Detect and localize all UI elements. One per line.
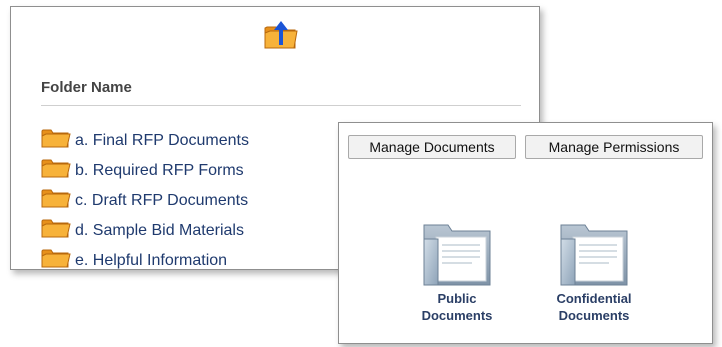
folder-label[interactable]: c. Draft RFP Documents (75, 192, 248, 210)
document-folder-icon (423, 224, 491, 286)
folder-item[interactable]: e. Helpful Information (41, 243, 249, 269)
manage-documents-button[interactable]: Manage Documents (348, 135, 516, 159)
folder-list: a. Final RFP Documents b. Required RFP F… (41, 123, 249, 269)
public-documents-label-line1: Public (437, 291, 477, 306)
folder-icon (41, 187, 71, 209)
manage-permissions-button[interactable]: Manage Permissions (525, 135, 703, 159)
header-divider (41, 105, 521, 106)
public-documents-label-line2: Documents (421, 308, 493, 323)
folder-item[interactable]: d. Sample Bid Materials (41, 213, 249, 243)
folder-label[interactable]: e. Helpful Information (75, 252, 227, 269)
confidential-documents-folder[interactable]: Confidential Documents (546, 219, 642, 323)
folder-item[interactable]: c. Draft RFP Documents (41, 183, 249, 213)
public-documents-folder[interactable]: Public Documents (409, 219, 505, 323)
folder-icon (41, 247, 71, 269)
folder-label[interactable]: d. Sample Bid Materials (75, 222, 244, 240)
column-header-folder-name: Folder Name (41, 79, 132, 96)
folder-label[interactable]: a. Final RFP Documents (75, 132, 249, 150)
document-folder-icon (560, 224, 628, 286)
documents-panel: Manage Documents Manage Permissions Publ… (338, 122, 713, 344)
folder-up-icon[interactable] (263, 19, 299, 51)
folder-icon (41, 217, 71, 239)
folder-item[interactable]: b. Required RFP Forms (41, 153, 249, 183)
confidential-documents-label-line2: Documents (558, 308, 630, 323)
folder-icon (41, 127, 71, 149)
folder-icon (41, 157, 71, 179)
folder-item[interactable]: a. Final RFP Documents (41, 123, 249, 153)
folder-label[interactable]: b. Required RFP Forms (75, 162, 244, 180)
confidential-documents-label-line1: Confidential (556, 291, 632, 306)
